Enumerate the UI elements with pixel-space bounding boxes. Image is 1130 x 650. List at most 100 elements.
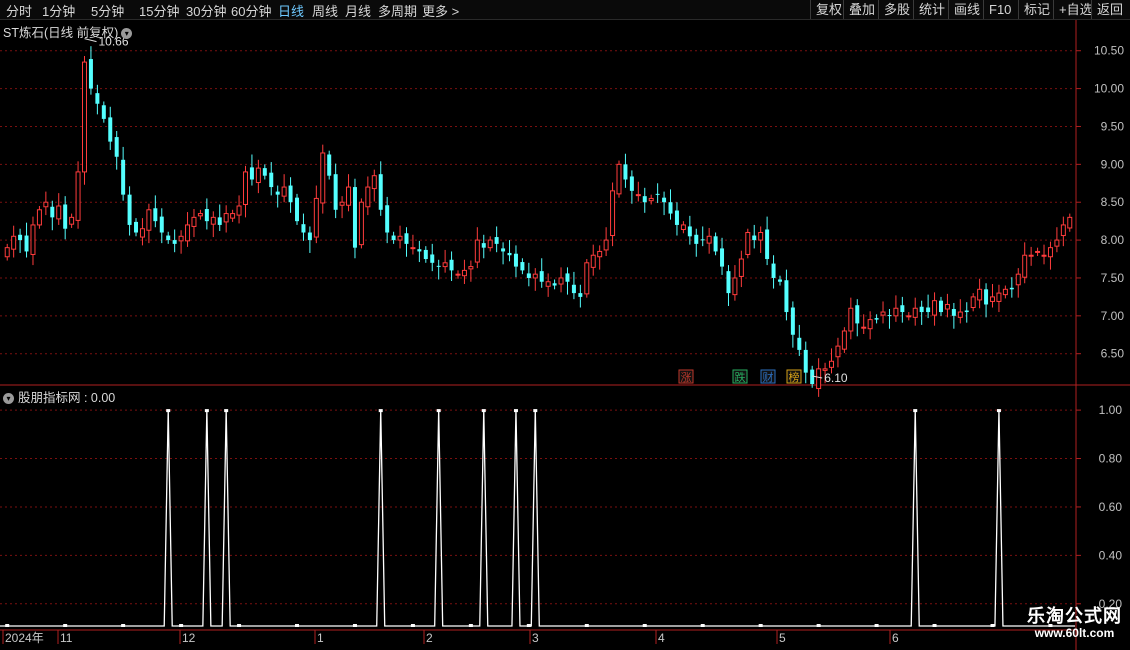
f10-button[interactable]: F10 xyxy=(983,0,1016,19)
candle-body xyxy=(900,305,905,313)
candle-body xyxy=(944,303,950,310)
candle-body xyxy=(841,330,847,350)
tab-60min[interactable]: 60分钟 xyxy=(231,1,271,20)
tab-5min[interactable]: 5分钟 xyxy=(91,1,124,20)
candle-body xyxy=(236,205,242,216)
main-chart-title: ST炼石(日线 前复权) ▾ xyxy=(3,22,133,41)
candle-body xyxy=(732,277,738,296)
watermark-line2: www.60lt.com xyxy=(1034,625,1115,640)
candle-body xyxy=(82,61,87,173)
candle-body xyxy=(69,216,75,225)
candle-body xyxy=(63,204,68,229)
candle-body xyxy=(874,318,879,320)
candle-body xyxy=(893,307,899,317)
candle-body xyxy=(1041,254,1047,257)
stock-title: ST炼石(日线 前复权) xyxy=(3,26,119,40)
overlay-button[interactable]: 叠加 xyxy=(843,0,880,19)
watermark-line1: 乐淘公式网 xyxy=(1027,606,1122,626)
indicator-label: 股朋指标网 : 0.00 xyxy=(18,391,116,405)
mark-button[interactable]: 标记 xyxy=(1018,0,1055,19)
low-price-label: 6.10 xyxy=(824,371,848,385)
candle-body xyxy=(616,163,622,195)
candle-body xyxy=(288,185,293,203)
candle-body xyxy=(281,186,287,197)
candle-body xyxy=(242,171,248,205)
x-tick-label: 11 xyxy=(60,631,73,645)
candle-body xyxy=(777,279,782,282)
signal-y-tick-label: 1.00 xyxy=(1099,403,1123,417)
y-tick-label: 9.00 xyxy=(1101,157,1125,171)
settings-chevron-icon[interactable]: ▾ xyxy=(121,28,133,40)
tab-30min[interactable]: 30分钟 xyxy=(186,1,226,20)
candle-body xyxy=(758,232,764,241)
candle-body xyxy=(50,206,55,218)
tab-1min[interactable]: 1分钟 xyxy=(42,1,75,20)
candle-body xyxy=(1022,254,1028,278)
candle-body xyxy=(880,311,886,316)
draw-line-button[interactable]: 画线 xyxy=(948,0,985,19)
candle-body xyxy=(301,224,306,233)
tab-multi-period[interactable]: 多周期 xyxy=(378,1,417,20)
back-button[interactable]: 返回 xyxy=(1091,0,1128,19)
candle-body xyxy=(951,309,956,316)
indicator-chevron-icon[interactable]: ▾ xyxy=(3,393,14,405)
signal-y-tick-label: 0.40 xyxy=(1099,548,1123,562)
candle-body xyxy=(610,190,616,237)
signal-marker xyxy=(642,624,647,627)
tab-monthly[interactable]: 月线 xyxy=(345,1,371,20)
candle-body xyxy=(984,289,989,305)
signal-marker xyxy=(5,624,10,627)
candle-body xyxy=(404,233,409,244)
candle-body xyxy=(642,196,647,203)
candle-body xyxy=(88,59,93,89)
signal-marker xyxy=(410,624,415,627)
candle-body xyxy=(835,345,841,358)
candle-body xyxy=(713,236,718,252)
signal-peak-marker xyxy=(533,409,538,413)
candle-body xyxy=(1067,216,1073,229)
tab-fenshi[interactable]: 分时 xyxy=(6,1,32,20)
multi-stock-button[interactable]: 多股 xyxy=(878,0,915,19)
signal-marker xyxy=(63,624,68,627)
fuquan-button[interactable]: 复权 xyxy=(810,0,847,19)
candle-body xyxy=(629,176,634,191)
candle-body xyxy=(352,187,357,248)
candle-body xyxy=(134,221,139,233)
candle-body xyxy=(906,315,912,318)
x-tick-label: 5 xyxy=(779,631,786,645)
badge-0: 涨 xyxy=(681,371,692,384)
candle-body xyxy=(706,235,712,244)
candle-body xyxy=(121,159,126,195)
candle-body xyxy=(867,319,873,330)
candle-body xyxy=(313,197,319,238)
signal-peak-marker xyxy=(996,409,1001,413)
x-tick-label: 4 xyxy=(658,631,665,645)
tab-15min[interactable]: 15分钟 xyxy=(139,1,179,20)
candle-body xyxy=(765,229,770,260)
candle-body xyxy=(455,273,461,276)
candle-body xyxy=(275,191,280,195)
candle-body xyxy=(269,172,274,188)
statistics-button[interactable]: 统计 xyxy=(913,0,950,19)
candle-body xyxy=(178,235,184,242)
tab-daily[interactable]: 日线 xyxy=(278,1,304,20)
candle-body xyxy=(655,193,660,195)
signal-y-tick-label: 0.80 xyxy=(1099,452,1123,466)
tab-weekly[interactable]: 周线 xyxy=(312,1,338,20)
candle-body xyxy=(327,154,332,176)
candle-body xyxy=(449,259,454,271)
candle-body xyxy=(694,234,699,244)
candle-body xyxy=(680,224,686,230)
candle-body xyxy=(365,186,371,208)
candle-body xyxy=(861,326,867,329)
candle-body xyxy=(410,247,416,250)
indicator-title: ▾ 股朋指标网 : 0.00 xyxy=(3,387,115,406)
candle-body xyxy=(295,197,300,222)
y-tick-label: 9.50 xyxy=(1101,119,1125,133)
candle-body xyxy=(571,284,576,294)
tab-more[interactable]: 更多 > xyxy=(422,1,459,20)
candle-body xyxy=(977,288,983,301)
signal-peak-marker xyxy=(224,409,229,413)
candle-body xyxy=(1028,254,1034,257)
signal-marker xyxy=(584,624,589,627)
